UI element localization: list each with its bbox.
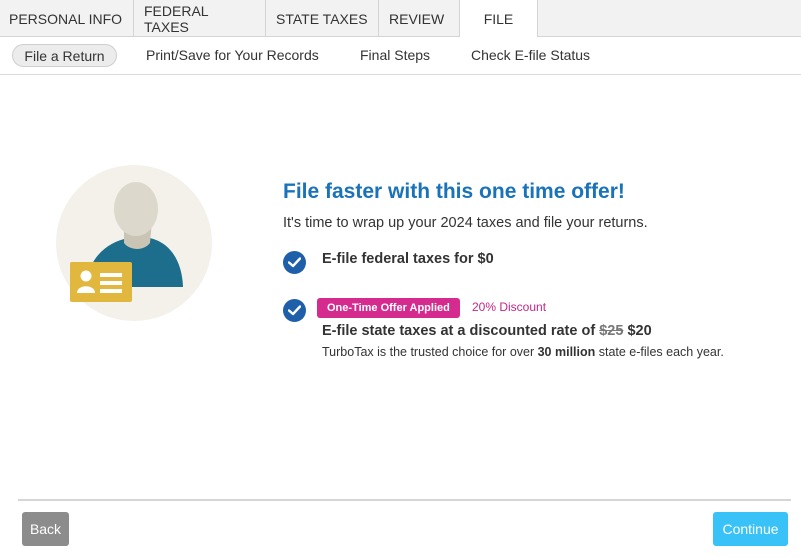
old-price: $25 bbox=[599, 323, 624, 339]
person-id-card-icon bbox=[56, 165, 212, 321]
new-price: $20 bbox=[627, 323, 652, 339]
checkmark-circle-icon bbox=[283, 251, 306, 274]
turbotax-tagline: TurboTax is the trusted choice for over … bbox=[322, 345, 724, 359]
tagline-prefix: TurboTax is the trusted choice for over bbox=[322, 345, 538, 359]
offer-intro: It's time to wrap up your 2024 taxes and… bbox=[283, 215, 648, 231]
subnav-print-save-records[interactable]: Print/Save for Your Records bbox=[146, 44, 319, 67]
tab-personal-info[interactable]: PERSONAL INFO bbox=[0, 0, 134, 37]
federal-efile-item: E-file federal taxes for $0 bbox=[322, 251, 494, 267]
offer-headline: File faster with this one time offer! bbox=[283, 180, 625, 203]
tab-file[interactable]: FILE bbox=[460, 0, 538, 38]
tagline-suffix: state e-files each year. bbox=[595, 345, 724, 359]
offer-applied-badge: One-Time Offer Applied bbox=[317, 298, 460, 318]
checkmark-circle-icon bbox=[283, 299, 306, 322]
tagline-bold: 30 million bbox=[537, 345, 596, 359]
top-tab-bar: PERSONAL INFO FEDERAL TAXES STATE TAXES … bbox=[0, 0, 801, 38]
sub-navigation: File a Return Print/Save for Your Record… bbox=[0, 37, 801, 75]
subnav-final-steps[interactable]: Final Steps bbox=[360, 44, 430, 67]
discount-label: 20% Discount bbox=[472, 300, 547, 314]
footer-divider bbox=[18, 499, 791, 501]
state-efile-item: E-file state taxes at a discounted rate … bbox=[322, 323, 652, 339]
back-button[interactable]: Back bbox=[22, 512, 69, 546]
continue-button[interactable]: Continue bbox=[713, 512, 788, 546]
state-efile-text: E-file state taxes at a discounted rate … bbox=[322, 323, 600, 339]
tab-federal-taxes[interactable]: FEDERAL TAXES bbox=[134, 0, 266, 37]
subnav-file-a-return[interactable]: File a Return bbox=[12, 44, 117, 67]
tab-state-taxes[interactable]: STATE TAXES bbox=[266, 0, 379, 37]
tab-review[interactable]: REVIEW bbox=[379, 0, 460, 37]
subnav-check-efile-status[interactable]: Check E-file Status bbox=[471, 44, 590, 67]
